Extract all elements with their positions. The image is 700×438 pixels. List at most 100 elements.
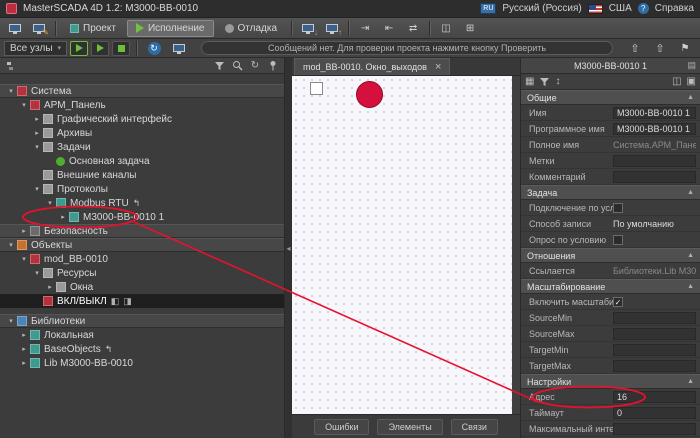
- filter-props-button[interactable]: [539, 77, 550, 87]
- close-tab-icon[interactable]: ×: [435, 61, 441, 73]
- bottom-tab-errors[interactable]: Ошибки: [314, 419, 369, 435]
- collapse-section-icon[interactable]: ▲: [687, 189, 694, 196]
- transfer-left-button[interactable]: ⇤: [378, 20, 400, 37]
- bottom-tab-elements[interactable]: Элементы: [377, 419, 442, 435]
- tree-item-main-task[interactable]: Основная задача: [0, 154, 284, 168]
- pin-panel-button[interactable]: [266, 59, 280, 72]
- run-project-button[interactable]: [70, 41, 88, 56]
- tree-item-archives[interactable]: ▸Архивы: [0, 126, 284, 140]
- help-label[interactable]: Справка: [655, 3, 694, 14]
- collapse-left-icon[interactable]: ◂: [286, 244, 290, 253]
- transfer-right-button[interactable]: ⇥: [354, 20, 376, 37]
- source-max-value[interactable]: [613, 328, 696, 340]
- expand-arrow-icon[interactable]: ▸: [19, 331, 29, 339]
- tree-item-baseobjects[interactable]: ▸BaseObjects↰: [0, 342, 284, 356]
- target-max-value[interactable]: [613, 360, 696, 372]
- source-min-value[interactable]: [613, 312, 696, 324]
- tree-item-vkl-vykl[interactable]: ВКЛ/ВЫКЛ◧◨: [0, 294, 284, 308]
- refresh-tree-button[interactable]: ↻: [248, 59, 262, 72]
- help-icon[interactable]: ?: [638, 3, 649, 14]
- panel-splitter[interactable]: ◂: [285, 58, 292, 438]
- labels-value[interactable]: [613, 155, 696, 167]
- collapse-section-icon[interactable]: ▲: [687, 378, 694, 385]
- tree-item-objects[interactable]: ▾Объекты: [0, 238, 284, 252]
- canvas-checkbox-element[interactable]: [310, 82, 323, 95]
- filter-button[interactable]: [212, 59, 226, 72]
- upload-messages-button[interactable]: ⇧: [624, 40, 646, 57]
- enable-scaling-checkbox[interactable]: ✓: [613, 297, 623, 307]
- poll-condition-checkbox[interactable]: [613, 235, 623, 245]
- collapse-section-icon[interactable]: ▲: [687, 252, 694, 259]
- expand-arrow-icon[interactable]: ▸: [45, 283, 55, 291]
- comment-value[interactable]: [613, 171, 696, 183]
- expand-arrow-icon[interactable]: ▸: [19, 359, 29, 367]
- bottom-tab-links[interactable]: Связи: [451, 419, 498, 435]
- tree-item-resources[interactable]: ▾Ресурсы: [0, 266, 284, 280]
- tree-item-windows[interactable]: ▸Окна: [0, 280, 284, 294]
- language-current[interactable]: Русский (Россия): [502, 3, 581, 14]
- tree-item-system[interactable]: ▾Система: [0, 84, 284, 98]
- tree-item-m3000-bb-0010-1[interactable]: ▸М3000-ВВ-0010 1: [0, 210, 284, 224]
- run-node-button[interactable]: [91, 41, 109, 56]
- collapse-arrow-icon[interactable]: ▾: [6, 317, 16, 325]
- canvas-circle-element[interactable]: [356, 81, 383, 108]
- tab-execution[interactable]: Исполнение: [127, 20, 214, 37]
- expand-arrow-icon[interactable]: ▸: [32, 115, 42, 123]
- expand-arrow-icon[interactable]: ▸: [19, 345, 29, 353]
- tree-item-local[interactable]: ▸Локальная: [0, 328, 284, 342]
- timeout-value[interactable]: 0: [613, 407, 696, 419]
- search-button[interactable]: [230, 59, 244, 72]
- dock-fill-button[interactable]: ▣: [687, 76, 696, 87]
- name-value[interactable]: М3000-ВВ-0010 1: [613, 107, 696, 119]
- program-name-value[interactable]: М3000-ВВ-0010 1: [613, 123, 696, 135]
- grid-view-button[interactable]: ▦: [525, 76, 534, 87]
- collapse-arrow-icon[interactable]: ▾: [32, 143, 42, 151]
- collapse-arrow-icon[interactable]: ▾: [19, 255, 29, 263]
- refresh-runtime-button[interactable]: ↻: [143, 40, 165, 57]
- new-project-button[interactable]: [4, 20, 26, 37]
- dock-left-button[interactable]: ◫: [672, 76, 681, 87]
- section-header-scaling[interactable]: Масштабирование▲: [521, 279, 700, 294]
- merge-button[interactable]: ⊞: [459, 20, 481, 37]
- collapse-arrow-icon[interactable]: ▾: [19, 101, 29, 109]
- connect-condition-checkbox[interactable]: [613, 203, 623, 213]
- tree-item-libraries[interactable]: ▾Библиотеки: [0, 314, 284, 328]
- open-project-button[interactable]: ✎: [28, 20, 50, 37]
- compare-button[interactable]: ◫: [435, 20, 457, 37]
- tree-item-mod-bb-0010[interactable]: ▾mod_BB-0010: [0, 252, 284, 266]
- section-header-settings[interactable]: Настройки▲: [521, 374, 700, 389]
- language-usa[interactable]: США: [609, 3, 632, 14]
- deploy-to-device-button[interactable]: ↓: [297, 20, 319, 37]
- notifications-button[interactable]: ⚑: [674, 40, 696, 57]
- tab-project[interactable]: Проект: [61, 20, 125, 37]
- max-interval-value[interactable]: [613, 423, 696, 435]
- tab-debug[interactable]: Отладка: [216, 20, 287, 37]
- expand-arrow-icon[interactable]: ▸: [32, 129, 42, 137]
- tree-item-graphic-interface[interactable]: ▸Графический интерфейс: [0, 112, 284, 126]
- collapse-arrow-icon[interactable]: ▾: [6, 87, 16, 95]
- run-debug-button[interactable]: [112, 41, 130, 56]
- tree-item-arm-panel[interactable]: ▾АРМ_Панель: [0, 98, 284, 112]
- tree-view-button[interactable]: [4, 59, 18, 72]
- tree-item-external-channels[interactable]: Внешние каналы: [0, 168, 284, 182]
- collapse-arrow-icon[interactable]: ▾: [32, 269, 42, 277]
- target-min-value[interactable]: [613, 344, 696, 356]
- expand-arrow-icon[interactable]: ▸: [19, 227, 29, 235]
- design-canvas[interactable]: [292, 76, 512, 414]
- collapse-arrow-icon[interactable]: ▾: [6, 241, 16, 249]
- section-header-general[interactable]: Общие▲: [521, 90, 700, 105]
- tree-item-modbus-rtu[interactable]: ▾Modbus RTU↰: [0, 196, 284, 210]
- collapse-arrow-icon[interactable]: ▾: [45, 199, 55, 207]
- collapse-section-icon[interactable]: ▲: [687, 94, 694, 101]
- collapse-arrow-icon[interactable]: ▾: [32, 185, 42, 193]
- tree-item-protocols[interactable]: ▾Протоколы: [0, 182, 284, 196]
- us-flag-icon[interactable]: [588, 4, 603, 14]
- expand-arrow-icon[interactable]: ▸: [58, 213, 68, 221]
- section-header-relations[interactable]: Отношения▲: [521, 248, 700, 263]
- section-header-task[interactable]: Задача▲: [521, 185, 700, 200]
- sync-button[interactable]: ⇄: [402, 20, 424, 37]
- nodes-dropdown[interactable]: Все узлы ▾: [4, 41, 67, 56]
- panel-menu-icon[interactable]: ▤: [687, 60, 696, 71]
- collapse-section-icon[interactable]: ▲: [687, 283, 694, 290]
- sort-props-button[interactable]: ↕: [555, 76, 560, 87]
